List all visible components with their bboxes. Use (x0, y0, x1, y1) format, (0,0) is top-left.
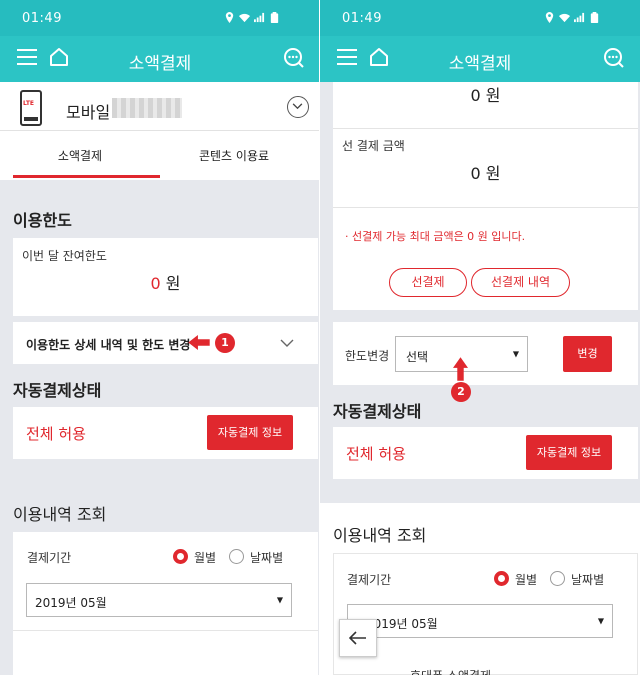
auto-pay-status: 전체 허용 (346, 445, 406, 463)
currency-unit: 원 (165, 274, 181, 293)
arrow-left-icon (349, 631, 366, 645)
radio-daily-label: 날짜별 (571, 573, 605, 587)
history-title: 이용내역 조회 (333, 526, 427, 545)
battery-icon (590, 12, 599, 23)
currency-unit: 원 (485, 86, 501, 105)
arrow-up-pointer-icon (453, 357, 468, 381)
arrow-left-pointer-icon (188, 335, 210, 350)
prepay-button[interactable]: 선결제 (389, 268, 467, 297)
limit-detail-label: 이용한도 상세 내역 및 한도 변경 (26, 338, 191, 352)
signal-icon (574, 12, 585, 23)
left-screen: 01:49 소액결제 LTE 모바일 소액결제 콘텐츠 이용료 이용한도 이번 … (0, 0, 320, 675)
screenshot-stage: 01:49 소액결제 LTE 모바일 소액결제 콘텐츠 이용료 이용한도 이번 … (0, 0, 640, 675)
prepay-amount-label: 선 결제 금액 (342, 139, 405, 153)
chat-icon[interactable] (282, 46, 306, 70)
status-icons (224, 12, 280, 23)
limit-change-button[interactable]: 변경 (563, 336, 612, 372)
notice-text: 선결제 가능 최대 금액은 0 원 입니다. (352, 230, 526, 243)
dropdown-arrow-icon: ▼ (597, 616, 604, 626)
limit-change-label: 한도변경 (345, 349, 390, 363)
remaining-limit-label: 이번 달 잔여한도 (22, 249, 107, 263)
month-select-value: 2019년 05월 (35, 596, 107, 610)
lte-label: LTE (23, 100, 35, 107)
radio-daily-label: 날짜별 (250, 551, 284, 565)
chat-icon[interactable] (602, 46, 626, 70)
period-label: 결제기간 (27, 551, 72, 565)
status-time: 01:49 (22, 11, 62, 26)
prepay-amount: 0 원 (333, 160, 638, 184)
auto-pay-card: 전체 허용 자동결제 정보 (13, 407, 318, 459)
location-icon (225, 12, 234, 23)
page-title: 소액결제 (128, 54, 192, 74)
notice-bullet: · (345, 230, 349, 243)
month-select[interactable]: 2019년 05월 ▼ (347, 604, 613, 638)
period-label: 결제기간 (347, 573, 392, 587)
dropdown-arrow-icon: ▼ (512, 349, 519, 359)
chevron-down-icon (292, 103, 303, 110)
location-icon (545, 12, 554, 23)
masked-phone-number (112, 98, 182, 118)
page-title: 소액결제 (448, 54, 512, 74)
status-icons (544, 12, 600, 23)
limit-change-card: 한도변경 선택 ▼ 변경 (333, 322, 638, 385)
history-title: 이용내역 조회 (13, 505, 107, 524)
tab-micropayment[interactable]: 소액결제 (0, 131, 160, 178)
radio-monthly-label: 월별 (194, 551, 217, 565)
expand-account-button[interactable] (287, 96, 309, 118)
auto-pay-card: 전체 허용 자동결제 정보 (333, 427, 638, 479)
signal-icon (254, 12, 265, 23)
auto-pay-info-button[interactable]: 자동결제 정보 (526, 435, 612, 470)
tab-label: 콘텐츠 이용료 (198, 149, 270, 163)
wifi-icon (559, 13, 570, 23)
auto-pay-title: 자동결제상태 (13, 381, 102, 400)
status-time: 01:49 (342, 11, 382, 26)
top-amount-value: 0 (470, 86, 481, 105)
history-card: 결제기간 월별 날짜별 2019년 05월 ▼ 휴대폰 소액결제 (333, 553, 638, 675)
limit-select-value: 선택 (406, 350, 429, 364)
account-header: LTE 모바일 소액결제 콘텐츠 이용료 (0, 82, 320, 180)
prepay-notice: · 선결제 가능 최대 금액은 0 원 입니다. (345, 228, 525, 244)
radio-daily[interactable] (229, 549, 244, 564)
tab-content-fee[interactable]: 콘텐츠 이용료 (160, 131, 320, 178)
tab-label: 소액결제 (57, 149, 103, 163)
battery-icon (270, 12, 279, 23)
remaining-limit-amount: 0 원 (13, 270, 318, 294)
auto-pay-title: 자동결제상태 (333, 402, 422, 421)
chevron-down-icon (280, 339, 294, 347)
radio-monthly[interactable] (173, 549, 188, 564)
prepay-card: 0 원 선 결제 금액 0 원 · 선결제 가능 최대 금액은 0 원 입니다.… (333, 82, 638, 310)
right-screen: 01:49 소액결제 0 원 선 결제 금액 0 원 · 선결제 가능 최대 금… (320, 0, 640, 675)
lte-phone-icon: LTE (20, 90, 42, 126)
radio-monthly-label: 월별 (515, 573, 538, 587)
radio-monthly[interactable] (494, 571, 509, 586)
status-bar: 01:49 (0, 0, 320, 36)
app-bar: 소액결제 (320, 36, 640, 82)
dropdown-arrow-icon: ▼ (276, 595, 283, 605)
top-amount: 0 원 (333, 82, 638, 106)
usage-limit-title: 이용한도 (13, 211, 72, 230)
prepay-amount-value: 0 (470, 164, 481, 183)
remaining-limit-card: 이번 달 잔여한도 0 원 (13, 238, 318, 316)
device-label: 모바일 (66, 103, 111, 122)
month-select[interactable]: 2019년 05월 ▼ (26, 583, 292, 617)
status-bar: 01:49 (320, 0, 640, 36)
radio-daily[interactable] (550, 571, 565, 586)
limit-detail-row[interactable]: 이용한도 상세 내역 및 한도 변경 1 (13, 322, 318, 364)
app-bar: 소액결제 (0, 36, 320, 82)
partial-history-text: 휴대폰 소액결제 (410, 667, 491, 675)
currency-unit: 원 (485, 164, 501, 183)
history-card: 결제기간 월별 날짜별 2019년 05월 ▼ (13, 532, 318, 675)
prepay-history-button[interactable]: 선결제 내역 (471, 268, 570, 297)
auto-pay-info-button[interactable]: 자동결제 정보 (207, 415, 293, 450)
wifi-icon (239, 13, 250, 23)
auto-pay-status: 전체 허용 (26, 425, 86, 443)
annotation-badge-2: 2 (451, 382, 471, 402)
annotation-badge-1: 1 (215, 333, 235, 353)
back-button[interactable] (339, 619, 377, 657)
remaining-limit-value: 0 (150, 274, 161, 293)
